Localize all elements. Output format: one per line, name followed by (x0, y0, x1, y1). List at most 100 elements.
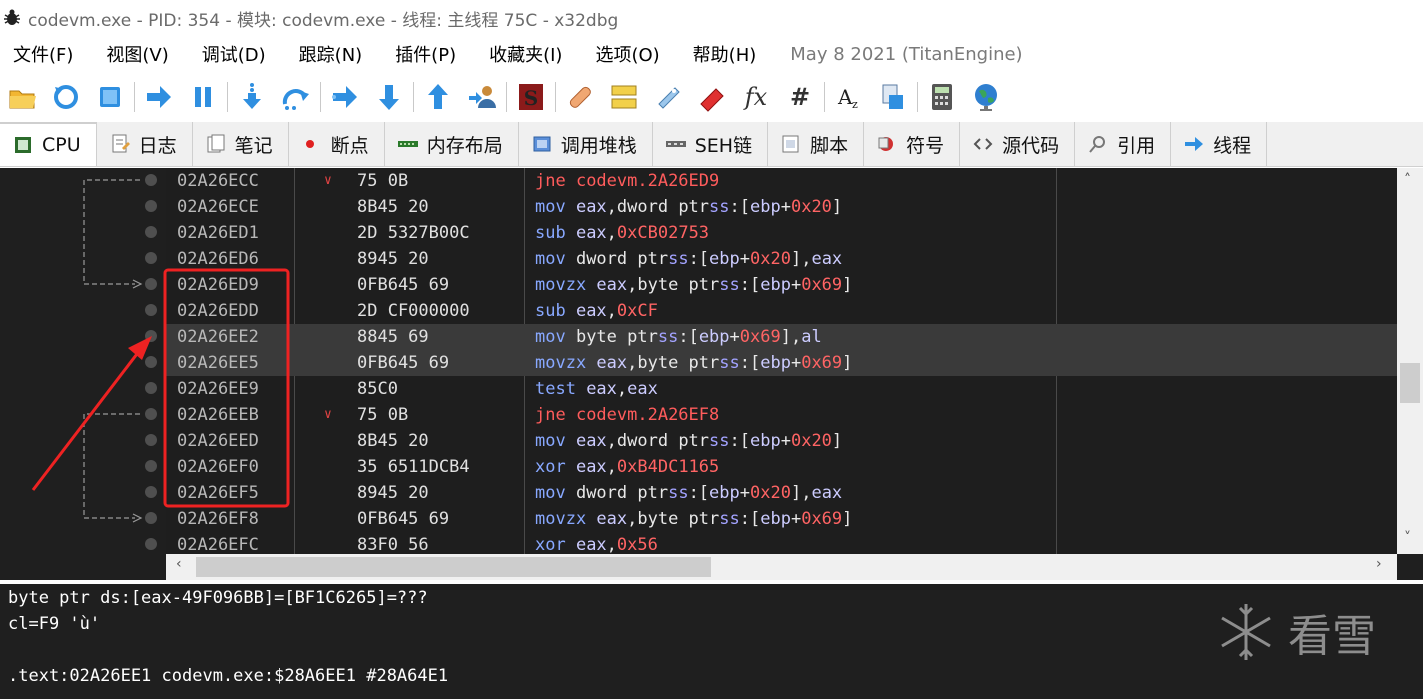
operand: eax (575, 431, 607, 451)
font-button[interactable]: Az (832, 80, 866, 114)
tab-threads[interactable]: 线程 (1171, 122, 1268, 166)
step-into-button[interactable] (235, 80, 269, 114)
hash-button[interactable]: # (783, 80, 817, 114)
tab-notes[interactable]: 笔记 (193, 122, 289, 166)
horizontal-scrollbar[interactable]: ‹ › (166, 554, 1397, 580)
disasm-row[interactable]: 02A26EF5 8945 20 mov dword ptrss:[ebp+0x20… (166, 480, 1397, 506)
patch-button[interactable] (563, 80, 597, 114)
menu-plugins[interactable]: 插件(P) (395, 41, 456, 67)
svg-text:z: z (852, 98, 858, 111)
disasm-row[interactable]: 02A26ED1 2D 5327B00C sub eax,0xCB02753 (166, 220, 1397, 246)
breakpoint-dot[interactable] (145, 356, 157, 368)
disasm-row[interactable]: 02A26EEB ∨ 75 0B jne codevm.2A26EF8 (166, 402, 1397, 428)
opcode-bytes: 75 0B (357, 171, 409, 191)
vertical-scrollbar[interactable]: ˄ ˅ (1397, 168, 1423, 554)
pause-button[interactable] (186, 80, 220, 114)
mnemonic: mov (535, 249, 576, 269)
step-over-button[interactable] (279, 80, 313, 114)
function-button[interactable]: fx (739, 80, 773, 114)
label-button[interactable] (651, 80, 685, 114)
operand: ebp (750, 431, 781, 451)
breakpoint-dot[interactable] (145, 408, 157, 420)
bookmark-button[interactable] (695, 80, 729, 114)
disasm-row[interactable]: 02A26EF0 35 6511DCB4 xor eax,0xB4DC1165 (166, 454, 1397, 480)
toolbar-separator (824, 82, 825, 112)
trace-into-button[interactable] (328, 80, 362, 114)
breakpoint-dot[interactable] (145, 460, 157, 472)
tab-call-stack[interactable]: 调用堆栈 (519, 122, 653, 166)
tab-seh-chain[interactable]: SEH链 (653, 122, 769, 166)
disasm-row[interactable]: 02A26EE2 8845 69 mov byte ptrss:[ebp+0x69]… (166, 324, 1397, 350)
vertical-scroll-thumb[interactable] (1400, 363, 1420, 403)
menu-help[interactable]: 帮助(H) (693, 41, 757, 67)
operand: ebp (760, 509, 791, 529)
open-button[interactable] (5, 80, 39, 114)
operand: ] (842, 353, 853, 373)
mnemonic: mov (535, 197, 576, 217)
run-button[interactable] (142, 80, 176, 114)
menu-file[interactable]: 文件(F) (13, 41, 73, 67)
breakpoint-dot[interactable] (145, 304, 157, 316)
menu-options[interactable]: 选项(O) (595, 41, 659, 67)
disasm-row[interactable]: 02A26ECC ∨ 75 0B jne codevm.2A26ED9 (166, 168, 1397, 194)
horizontal-scroll-thumb[interactable] (196, 557, 711, 577)
breakpoint-dot[interactable] (145, 252, 157, 264)
tab-cpu[interactable]: CPU (0, 122, 97, 166)
tab-references[interactable]: 引用 (1075, 122, 1172, 166)
help-button[interactable] (876, 80, 910, 114)
tab-memory-map[interactable]: 内存布局 (385, 122, 519, 166)
disasm-row[interactable]: 02A26EF8 0FB645 69 movzx eax,byte ptrss:[e… (166, 506, 1397, 532)
menu-trace[interactable]: 跟踪(N) (299, 41, 363, 67)
disassembly-listing[interactable]: 02A26ECC ∨ 75 0B jne codevm.2A26ED9 02A26ECE… (166, 168, 1397, 555)
scylla-button[interactable]: S (514, 80, 548, 114)
breakpoint-dot[interactable] (145, 382, 157, 394)
stop-button[interactable] (93, 80, 127, 114)
tab-symbols[interactable]: 符号 (864, 122, 961, 166)
breakpoint-dot[interactable] (145, 486, 157, 498)
scroll-up-icon[interactable]: ˄ (1404, 172, 1411, 188)
trace-over-button[interactable] (372, 80, 406, 114)
tab-source[interactable]: 源代码 (960, 122, 1076, 166)
memory-map-icon (397, 141, 418, 147)
tab-label: 线程 (1213, 134, 1252, 157)
breakpoint-dot[interactable] (145, 174, 157, 186)
breakpoint-dot[interactable] (145, 278, 157, 290)
scroll-down-icon[interactable]: ˅ (1404, 530, 1411, 546)
info-line: cl=F9 'ù' (8, 614, 101, 634)
comment-button[interactable] (607, 80, 641, 114)
restart-button[interactable] (49, 80, 83, 114)
calculator-button[interactable] (925, 80, 959, 114)
breakpoint-dot[interactable] (145, 226, 157, 238)
disasm-row[interactable]: 02A26EED 8B45 20 mov eax,dword ptrss:[ebp+… (166, 428, 1397, 454)
breakpoint-dot[interactable] (145, 434, 157, 446)
operand: 0x20 (790, 431, 832, 451)
scroll-right-icon[interactable]: › (1376, 556, 1382, 572)
operand: 0x20 (750, 483, 791, 503)
menu-view[interactable]: 视图(V) (106, 41, 168, 67)
globe-button[interactable] (969, 80, 1003, 114)
run-to-user-code-button[interactable] (465, 80, 499, 114)
disasm-row[interactable]: 02A26ED6 8945 20 mov dword ptrss:[ebp+0x20… (166, 246, 1397, 272)
toolbar-separator (413, 82, 414, 112)
instruction: jne codevm.2A26EF8 (535, 402, 719, 428)
tab-script[interactable]: 脚本 (768, 122, 865, 166)
menu-favourites[interactable]: 收藏夹(I) (489, 41, 562, 67)
disasm-row[interactable]: 02A26EDD 2D CF000000 sub eax,0xCF (166, 298, 1397, 324)
execute-till-return-button[interactable] (421, 80, 455, 114)
breakpoint-dot[interactable] (145, 512, 157, 524)
branch-gutter (0, 168, 163, 580)
operand: ss (657, 327, 679, 347)
opcode-bytes: 0FB645 69 (357, 353, 450, 373)
menu-debug[interactable]: 调试(D) (202, 41, 266, 67)
disasm-row[interactable]: 02A26ECE 8B45 20 mov eax,dword ptrss:[ebp+… (166, 194, 1397, 220)
tab-breakpoints[interactable]: 断点 (289, 122, 385, 166)
breakpoint-dot[interactable] (145, 538, 157, 550)
mnemonic: movzx (535, 353, 597, 373)
disasm-row[interactable]: 02A26EE9 85C0 test eax,eax (166, 376, 1397, 402)
scroll-left-icon[interactable]: ‹ (176, 556, 182, 572)
disasm-row[interactable]: 02A26EE5 0FB645 69 movzx eax,byte ptrss:[e… (166, 350, 1397, 376)
tab-log[interactable]: 日志 (97, 122, 193, 166)
breakpoint-dot[interactable] (145, 330, 157, 342)
disasm-row[interactable]: 02A26ED9 0FB645 69 movzx eax,byte ptrss:[e… (166, 272, 1397, 298)
breakpoint-dot[interactable] (145, 200, 157, 212)
